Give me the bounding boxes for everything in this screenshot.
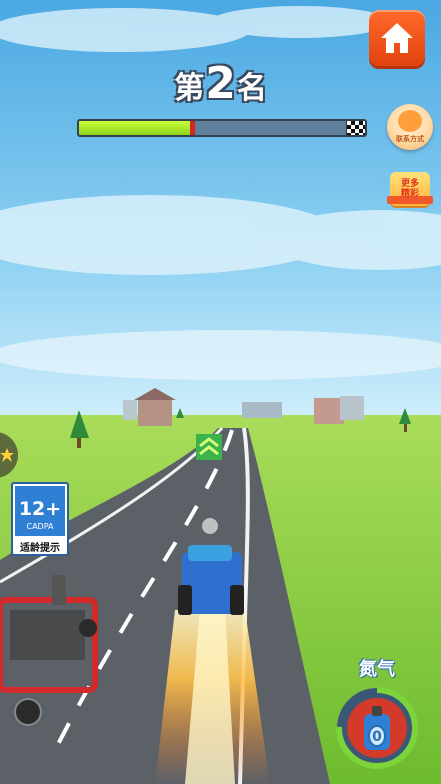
rank-suffix: 名 xyxy=(236,71,267,106)
nitro-count: 0 xyxy=(372,729,382,745)
contact-label: 联系方式 xyxy=(396,135,424,143)
race-progress-fill xyxy=(79,121,194,135)
more-games-label: 更多 精彩 xyxy=(385,179,435,199)
finish-flag-icon xyxy=(346,121,365,135)
more-games-button[interactable]: 更多 精彩 xyxy=(385,168,435,214)
age-rating-org: CADPA xyxy=(26,522,54,531)
nitro-gauge-icon: 0 xyxy=(336,687,418,769)
age-rating-tip: 适龄提示 xyxy=(20,543,60,554)
age-rating-value: 12+ xyxy=(18,498,62,520)
star-icon xyxy=(0,448,14,462)
customer-service-icon xyxy=(398,110,422,132)
nitro-button[interactable]: 0 xyxy=(333,684,421,772)
more-games-label-line2: 精彩 xyxy=(400,189,419,199)
player-position-marker xyxy=(190,121,196,135)
race-rank: 第2名 xyxy=(0,58,441,109)
age-rating-panel: 12+ CADPA xyxy=(15,486,65,536)
home-icon xyxy=(381,23,413,53)
nitro-label: 氮气 xyxy=(359,659,395,680)
race-progress-bar xyxy=(77,119,367,137)
contact-button[interactable]: 联系方式 xyxy=(387,104,433,150)
rank-prefix: 第 xyxy=(174,71,205,106)
age-rating-badge[interactable]: 12+ CADPA 适龄提示 xyxy=(11,482,69,556)
checkpoint-sign xyxy=(196,434,222,460)
more-games-label-line1: 更多 xyxy=(400,179,419,189)
rank-number: 2 xyxy=(205,58,236,109)
